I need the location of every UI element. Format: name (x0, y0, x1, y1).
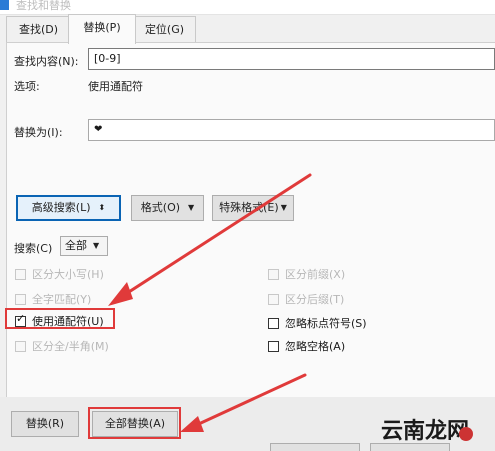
arrow-head-replace-all (180, 416, 204, 432)
tab-replace[interactable]: 替换(P) (68, 14, 136, 44)
arrow-to-replace-all (188, 373, 307, 430)
watermark: 云南龙网 (380, 418, 469, 444)
arrow-head-use-wildcards (108, 282, 133, 306)
watermark-logo (459, 427, 473, 441)
arrow-to-use-wildcards (116, 173, 312, 301)
annotation-arrows (108, 173, 312, 432)
